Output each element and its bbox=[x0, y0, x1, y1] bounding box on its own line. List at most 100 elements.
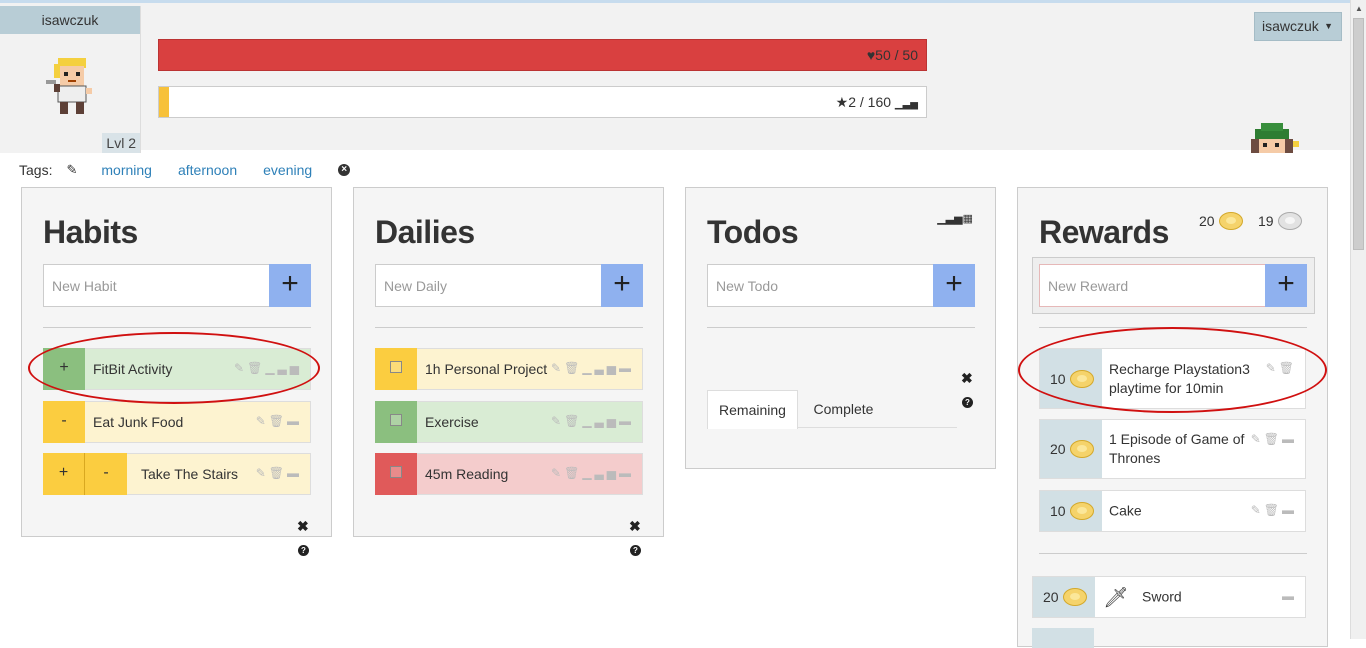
help-icon[interactable]: ? bbox=[630, 540, 641, 558]
tags-label: Tags: bbox=[19, 162, 53, 178]
trash-icon[interactable]: 🗑 bbox=[1264, 503, 1282, 517]
pencil-icon[interactable]: ✎ bbox=[551, 361, 564, 375]
comment-icon[interactable]: ▬ bbox=[1282, 432, 1297, 446]
add-reward-button[interactable]: + bbox=[1265, 264, 1307, 307]
reward-buy-button[interactable]: 10 bbox=[1040, 349, 1102, 408]
pencil-icon[interactable]: ✎ bbox=[551, 466, 564, 480]
new-reward-input[interactable] bbox=[1040, 265, 1266, 306]
task-actions[interactable]: ✎🗑 bbox=[1266, 361, 1297, 375]
comment-icon[interactable]: ▬ bbox=[619, 361, 634, 375]
sword-icon: 🗡 bbox=[1103, 587, 1129, 609]
stats-icon[interactable]: ▁▃▅ bbox=[265, 361, 302, 375]
pencil-icon[interactable]: ✎ bbox=[1266, 361, 1279, 375]
clear-tags-icon[interactable]: × bbox=[338, 164, 351, 176]
pencil-icon[interactable]: ✎ bbox=[1251, 432, 1264, 446]
checkbox-icon bbox=[390, 414, 402, 426]
daily-checkbox[interactable] bbox=[375, 401, 417, 443]
daily-item-reading: 45m Reading ✎🗑▁▃▅▬ bbox=[375, 453, 643, 495]
stats-icon[interactable]: ▁▃▅ bbox=[582, 361, 619, 375]
stats-icon[interactable]: ▁▃▅ bbox=[582, 414, 619, 428]
user-menu-dropdown[interactable]: isawczuk ▼ bbox=[1254, 12, 1342, 41]
daily-item-exercise: Exercise ✎🗑▁▃▅▬ bbox=[375, 401, 643, 443]
tab-complete[interactable]: Complete bbox=[798, 390, 889, 428]
reward-item-playstation: 10 Recharge Playstation3 playtime for 10… bbox=[1039, 348, 1306, 409]
star-icon: ★ bbox=[835, 94, 849, 110]
comment-icon[interactable]: ▬ bbox=[619, 466, 634, 480]
reward-buy-button[interactable]: 10 bbox=[1040, 491, 1102, 531]
task-actions[interactable]: ✎🗑▬ bbox=[256, 466, 302, 480]
help-icon[interactable]: ? bbox=[962, 392, 973, 410]
daily-checkbox[interactable] bbox=[375, 348, 417, 390]
habit-plus-button[interactable]: + bbox=[43, 453, 85, 495]
pencil-icon[interactable]: ✎ bbox=[551, 414, 564, 428]
task-actions[interactable]: ✎🗑▬ bbox=[1251, 503, 1297, 517]
trash-icon[interactable]: 🗑 bbox=[564, 466, 582, 480]
new-daily-input[interactable] bbox=[376, 265, 602, 306]
comment-icon[interactable]: ▬ bbox=[287, 414, 302, 428]
comment-icon[interactable]: ▬ bbox=[619, 414, 634, 428]
shop-buy-button[interactable]: 20 bbox=[1033, 577, 1095, 617]
tag-evening[interactable]: evening bbox=[263, 162, 312, 178]
task-actions[interactable]: ✎🗑▁▃▅▬ bbox=[551, 466, 634, 480]
tag-morning[interactable]: morning bbox=[101, 162, 152, 178]
trash-icon[interactable]: 🗑 bbox=[1279, 361, 1297, 375]
task-actions[interactable]: ✎🗑▁▃▅▬ bbox=[551, 414, 634, 428]
avatar-panel[interactable]: isawczuk Lvl 2 bbox=[0, 6, 141, 153]
gold-coin-icon bbox=[1062, 588, 1087, 606]
tag-afternoon[interactable]: afternoon bbox=[178, 162, 237, 178]
scrollbar-thumb[interactable] bbox=[1353, 18, 1364, 250]
daily-label: 1h Personal Project bbox=[425, 361, 548, 377]
habit-label: FitBit Activity bbox=[93, 361, 173, 377]
reward-buy-button[interactable]: 20 bbox=[1040, 420, 1102, 478]
task-actions[interactable]: ✎🗑▬ bbox=[256, 414, 302, 428]
add-todo-button[interactable]: + bbox=[933, 264, 975, 307]
habit-minus-button[interactable]: - bbox=[43, 401, 85, 443]
scroll-up-icon[interactable]: ▲ bbox=[1355, 4, 1363, 13]
comment-icon[interactable]: ▬ bbox=[1282, 503, 1297, 517]
shop-item-partial bbox=[1032, 628, 1094, 648]
stats-icon[interactable]: ▁▃▅ bbox=[582, 466, 619, 480]
habit-minus-button[interactable]: - bbox=[85, 453, 127, 495]
calendar-stats-icon[interactable]: ▁▃▅▦ bbox=[937, 212, 973, 225]
pencil-icon[interactable]: ✎ bbox=[66, 162, 77, 178]
habit-item-fitbit: + FitBit Activity ✎🗑▁▃▅ bbox=[43, 348, 311, 390]
page-scrollbar[interactable]: ▲ bbox=[1350, 0, 1366, 639]
task-actions[interactable]: ✎🗑▁▃▅▬ bbox=[551, 361, 634, 375]
trash-icon[interactable]: 🗑 bbox=[269, 414, 287, 428]
mascot-sprite bbox=[1245, 123, 1301, 158]
trash-icon[interactable]: 🗑 bbox=[564, 414, 582, 428]
todo-tabs: Remaining Complete bbox=[707, 390, 957, 429]
trash-icon[interactable]: 🗑 bbox=[247, 361, 265, 375]
pencil-icon[interactable]: ✎ bbox=[256, 466, 269, 480]
tags-bar: Tags: ✎ morning afternoon evening × bbox=[19, 160, 351, 180]
level-badge: Lvl 2 bbox=[102, 133, 140, 153]
trash-icon[interactable]: 🗑 bbox=[564, 361, 582, 375]
task-actions[interactable]: ✎🗑▁▃▅ bbox=[234, 361, 302, 375]
close-icon[interactable]: ✖ bbox=[961, 370, 973, 387]
task-actions[interactable]: ✎🗑▬ bbox=[1251, 432, 1297, 446]
pencil-icon[interactable]: ✎ bbox=[1251, 503, 1264, 517]
close-icon[interactable]: ✖ bbox=[629, 518, 641, 535]
pencil-icon[interactable]: ✎ bbox=[234, 361, 247, 375]
comment-icon[interactable]: ▬ bbox=[1282, 589, 1297, 603]
help-icon[interactable]: ? bbox=[298, 540, 309, 558]
pencil-icon[interactable]: ✎ bbox=[256, 414, 269, 428]
daily-checkbox[interactable] bbox=[375, 453, 417, 495]
dailies-title: Dailies bbox=[375, 214, 475, 250]
tab-remaining[interactable]: Remaining bbox=[707, 390, 798, 429]
divider bbox=[43, 327, 311, 328]
close-icon[interactable]: ✖ bbox=[297, 518, 309, 535]
new-todo-input[interactable] bbox=[708, 265, 934, 306]
habit-plus-button[interactable]: + bbox=[43, 348, 85, 390]
trash-icon[interactable]: 🗑 bbox=[1264, 432, 1282, 446]
add-daily-button[interactable]: + bbox=[601, 264, 643, 307]
comment-icon[interactable]: ▬ bbox=[287, 466, 302, 480]
add-habit-button[interactable]: + bbox=[269, 264, 311, 307]
experience-fill bbox=[159, 87, 169, 117]
divider bbox=[707, 327, 975, 328]
experience-bar: ★2 / 160 ▁▃▅ bbox=[158, 86, 927, 118]
divider bbox=[375, 327, 643, 328]
gold-coin-icon bbox=[1069, 502, 1094, 520]
new-habit-input[interactable] bbox=[44, 265, 270, 306]
trash-icon[interactable]: 🗑 bbox=[269, 466, 287, 480]
